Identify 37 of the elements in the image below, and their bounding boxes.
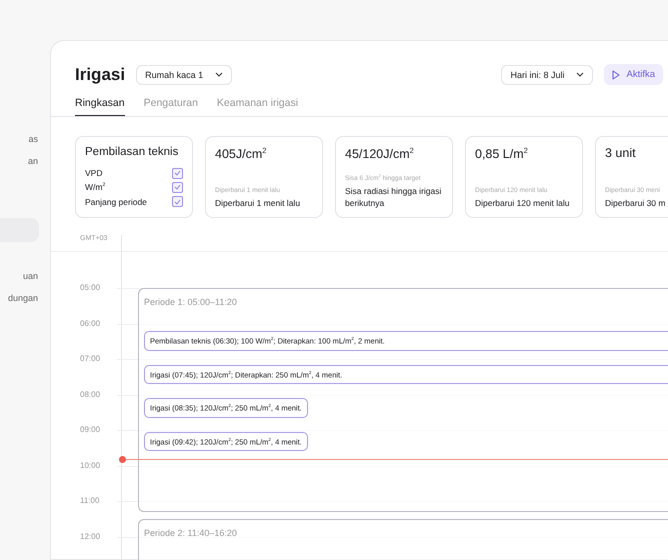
chevron-down-icon — [215, 72, 224, 77]
checkbox[interactable] — [172, 196, 183, 208]
hour-label: 10:00 — [80, 460, 102, 472]
activate-button[interactable]: Aktifka — [604, 64, 663, 85]
metric-value: 3 unit — [605, 146, 637, 160]
location-dropdown[interactable]: Rumah kaca 1 — [136, 64, 232, 84]
hour-label: 07:00 — [80, 353, 102, 365]
hour-label: 05:00 — [80, 282, 102, 294]
hour-label: 08:00 — [80, 388, 102, 400]
metric-note: Diperbarui 30 m — [605, 197, 666, 209]
date-dropdown[interactable]: Hari ini: 8 Juli — [501, 64, 594, 84]
checkbox-label: Panjang periode — [85, 196, 147, 207]
sidebar-item[interactable]: an — [0, 150, 40, 172]
sidebar-item[interactable]: as — [0, 128, 40, 150]
play-icon — [612, 70, 620, 80]
metric-note: Diperbarui 1 menit lalu — [215, 197, 302, 209]
metric-note: Diperbarui 120 menit lalu — [475, 197, 570, 209]
checkbox-label: W/m$^{2}$ — [85, 182, 106, 192]
checkbox[interactable] — [172, 168, 183, 179]
hour-label: 06:00 — [80, 318, 102, 330]
sidebar-item[interactable]: dungan — [0, 287, 40, 309]
checkbox-label: VPD — [85, 168, 102, 178]
period-title: Periode 2: 11:40–16:20 — [144, 528, 237, 538]
metric-note: Sisa radiasi hingga irigasi berikutnya — [345, 185, 442, 209]
metric-value: 45/120J/cm$^{2}$ — [345, 146, 415, 162]
tab[interactable]: Ringkasan — [75, 97, 125, 116]
page-title: Irigasi — [75, 64, 126, 84]
hour-label: 09:00 — [80, 424, 102, 436]
chevron-down-icon — [576, 72, 584, 77]
checkbox[interactable] — [172, 182, 183, 193]
period-title: Periode 1: 05:00–11:20 — [144, 297, 237, 307]
hour-label: 11:00 — [80, 495, 100, 507]
sidebar-item[interactable]: uan — [0, 265, 40, 287]
metric-value: 405J/cm$^{2}$ — [215, 146, 268, 162]
metric-value: 0,85 L/m$^{2}$ — [475, 146, 529, 162]
card-title: Pembilasan teknis — [85, 146, 180, 158]
hour-label: 12:00 — [80, 530, 102, 542]
